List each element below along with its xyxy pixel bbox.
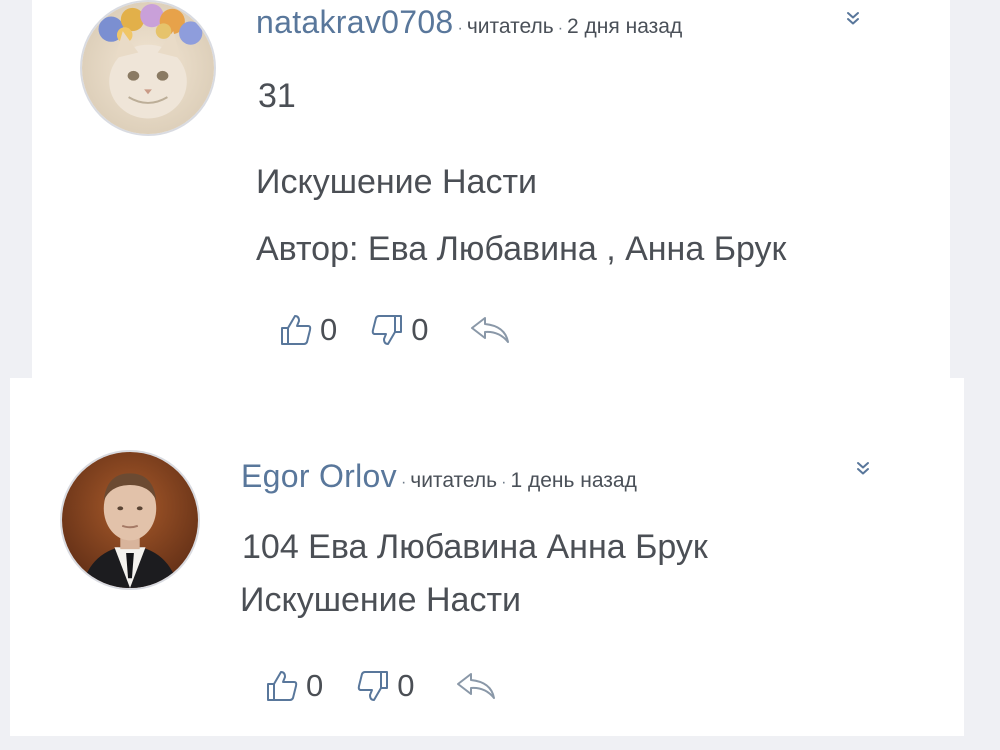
dislike-count: 0 — [397, 668, 415, 703]
like-count: 0 — [306, 668, 324, 703]
double-chevron-down-icon — [847, 12, 859, 25]
comment-time: 1 день назад — [510, 469, 637, 492]
dislike-count: 0 — [411, 312, 429, 347]
user-role: читатель — [410, 469, 498, 492]
thumbs-down-icon — [358, 671, 389, 701]
reply-icon — [456, 673, 495, 699]
comment-text-line: Искушение Насти — [256, 163, 538, 201]
comment-text-line: Автор: Ева Любавина , Анна Брук — [256, 230, 787, 268]
collapse-button[interactable] — [845, 10, 861, 26]
like-button[interactable]: 0 — [278, 312, 337, 348]
username[interactable]: natakrav0708 — [256, 4, 454, 41]
dislike-button[interactable]: 0 — [369, 312, 429, 348]
user-avatar[interactable] — [60, 450, 200, 590]
like-count: 0 — [320, 312, 338, 347]
reply-icon — [470, 317, 509, 343]
separator-dot: · — [557, 20, 564, 37]
collapse-button[interactable] — [855, 460, 871, 476]
thumbs-up-icon — [281, 315, 312, 345]
double-chevron-down-icon — [857, 462, 869, 475]
comment-actions: 0 0 — [264, 668, 497, 704]
separator-dot: · — [501, 474, 507, 491]
reply-button[interactable] — [469, 315, 511, 345]
comment-header: Egor Orlov · читатель · 1 день назад — [241, 458, 637, 495]
reply-button[interactable] — [455, 671, 497, 701]
comment-actions: 0 0 — [278, 312, 511, 348]
separator-dot: · — [457, 20, 463, 37]
comment-header: natakrav0708 · читатель · 2 дня назад — [256, 4, 682, 41]
comment-text-line: 104 Ева Любавина Анна Брук — [242, 528, 708, 566]
comment-text-line: Искушение Насти — [240, 581, 522, 619]
user-role: читатель — [466, 15, 554, 38]
username[interactable]: Egor Orlov — [241, 458, 397, 495]
thumbs-down-icon — [372, 315, 403, 345]
comment-time: 2 дня назад — [567, 15, 683, 38]
dislike-button[interactable]: 0 — [355, 668, 415, 704]
separator-dot: · — [400, 474, 407, 491]
user-avatar[interactable] — [80, 0, 216, 136]
comment-text-line: 31 — [258, 77, 296, 115]
man-avatar-icon — [62, 452, 198, 588]
like-button[interactable]: 0 — [264, 668, 323, 704]
cat-avatar-icon — [82, 2, 214, 134]
thumbs-up-icon — [267, 671, 298, 701]
